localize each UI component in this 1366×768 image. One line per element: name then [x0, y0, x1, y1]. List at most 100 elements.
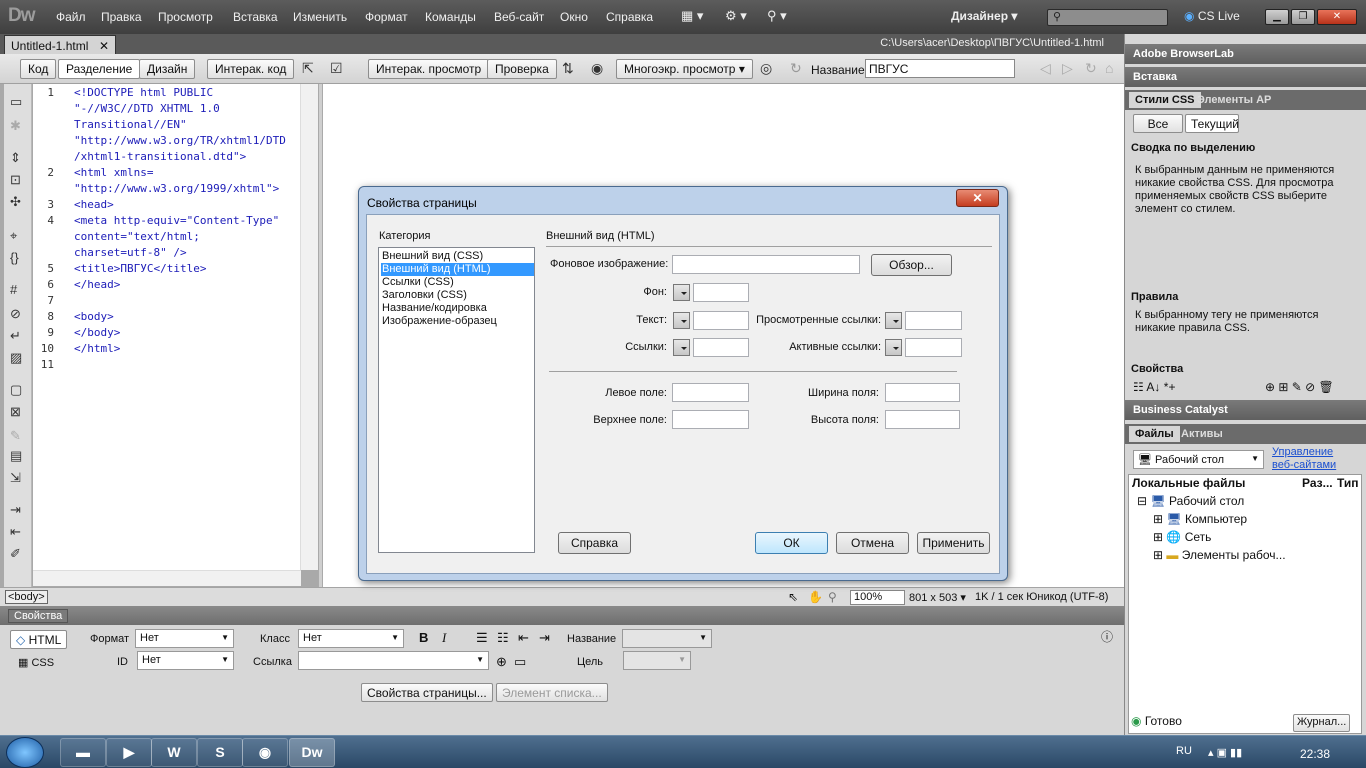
html-mode-button[interactable]: ◇ HTML — [10, 630, 68, 649]
menu-format[interactable]: Формат — [365, 10, 408, 24]
top-margin-input[interactable] — [672, 410, 749, 429]
tree-item-desktop-items[interactable]: ⊞ ▬ Элементы рабоч... — [1153, 549, 1286, 562]
select-tool-icon[interactable]: ⇖ — [788, 590, 798, 604]
tab-css-styles[interactable]: Стили CSS — [1129, 92, 1201, 108]
category-item[interactable]: Название/кодировка — [381, 302, 534, 315]
all-button[interactable]: Все — [1133, 114, 1183, 133]
manage-sites-link[interactable]: Управление веб-сайтами — [1272, 446, 1336, 472]
links-color-swatch[interactable] — [673, 339, 690, 356]
help-button[interactable]: Справка — [558, 532, 631, 554]
collapse-selection-icon[interactable]: ⊡ — [10, 172, 21, 188]
layout-icon[interactable]: ▦ ▾ — [681, 8, 703, 24]
dreamweaver-taskbar-icon[interactable]: Dw — [289, 738, 335, 767]
col-size[interactable]: Раз... — [1302, 477, 1333, 490]
browse-button[interactable]: Обзор... — [871, 254, 952, 276]
tab-close-icon[interactable]: ✕ — [99, 39, 109, 53]
syntax-coloring-icon[interactable]: ▨ — [10, 350, 22, 366]
start-button[interactable] — [6, 737, 44, 768]
indent-icon[interactable]: ⇥ — [10, 502, 21, 518]
explorer-icon[interactable]: ▬ — [60, 738, 106, 767]
inspect-button[interactable]: Проверка — [487, 59, 557, 79]
category-item[interactable]: Ссылки (CSS) — [381, 276, 534, 289]
text-color-swatch[interactable] — [673, 312, 690, 329]
left-margin-input[interactable] — [672, 383, 749, 402]
move-css-icon[interactable]: ⇲ — [10, 470, 21, 486]
multiscreen-button[interactable]: Многоэкр. просмотр ▾ — [616, 59, 753, 79]
tab-ap-elements[interactable]: Элементы AP — [1191, 92, 1277, 108]
id-select[interactable]: Нет — [137, 651, 234, 670]
tree-item-desktop[interactable]: ⊟ 🖥 Рабочий стол — [1137, 495, 1244, 508]
hand-tool-icon[interactable]: ✋ — [808, 590, 823, 604]
link-input[interactable] — [298, 651, 489, 670]
menu-file[interactable]: Файл — [56, 10, 86, 24]
checklist-icon[interactable]: ☑ — [330, 60, 343, 77]
home-icon[interactable]: ⌂ — [1105, 60, 1113, 76]
refresh-design-icon[interactable]: ↻ — [1085, 60, 1097, 77]
menu-edit[interactable]: Правка — [101, 10, 142, 24]
property-action-icons[interactable]: ⊕ ⊞ ✎ ⊘ 🗑 — [1265, 381, 1334, 394]
document-tab[interactable]: Untitled-1.html ✕ — [4, 35, 116, 54]
language-indicator[interactable]: RU — [1176, 745, 1192, 757]
refresh-icon[interactable]: ↻ — [790, 60, 802, 77]
bg-color-swatch[interactable] — [673, 284, 690, 301]
outdent-text-icon[interactable]: ⇤ — [518, 630, 529, 646]
balance-braces-icon[interactable]: {} — [10, 250, 19, 265]
cancel-button[interactable]: Отмена — [836, 532, 909, 554]
select-parent-tag-icon[interactable]: ⌖ — [10, 228, 17, 244]
outdent-icon[interactable]: ⇤ — [10, 524, 21, 540]
ok-button[interactable]: ОК — [755, 532, 828, 554]
word-wrap-icon[interactable]: ↵ — [10, 328, 21, 344]
code-view-button[interactable]: Код — [20, 59, 57, 79]
unordered-list-icon[interactable]: ☰ — [476, 630, 488, 646]
menu-insert[interactable]: Вставка — [233, 10, 278, 24]
open-documents-icon[interactable]: ▭ — [10, 94, 22, 110]
margin-width-input[interactable] — [885, 383, 960, 402]
site-icon[interactable]: ⚲ ▾ — [767, 8, 787, 24]
visited-links-swatch[interactable] — [885, 312, 902, 329]
clock[interactable]: 22:38 — [1300, 747, 1330, 761]
tray-icons[interactable]: ▴ ▣ ▮▮ — [1208, 746, 1242, 759]
title-input[interactable]: ПВГУС — [865, 59, 1015, 78]
back-icon[interactable]: ◁ — [1040, 60, 1051, 77]
margin-height-input[interactable] — [885, 410, 960, 429]
page-properties-button[interactable]: Свойства страницы... — [361, 683, 493, 702]
class-select[interactable]: Нет — [298, 629, 404, 648]
close-button[interactable]: ✕ — [1317, 9, 1357, 25]
css-mode-button[interactable]: ▦ CSS — [18, 656, 54, 669]
category-item[interactable]: Изображение-образец — [381, 315, 534, 328]
live-code-button[interactable]: Интерак. код — [207, 59, 295, 79]
bg-image-input[interactable] — [672, 255, 860, 274]
category-item-selected[interactable]: Внешний вид (HTML) — [381, 263, 534, 276]
point-to-file-icon[interactable]: ⊕ — [496, 654, 507, 670]
zoom-select[interactable]: 100% — [850, 590, 905, 605]
properties-tab[interactable]: Свойства — [8, 609, 69, 623]
menu-site[interactable]: Веб-сайт — [494, 10, 544, 24]
current-button[interactable]: Текущий — [1185, 114, 1239, 133]
workspace-switcher[interactable]: Дизайнер ▾ — [951, 9, 1017, 23]
menu-help[interactable]: Справка — [606, 10, 653, 24]
links-color-input[interactable] — [693, 338, 749, 357]
menu-commands[interactable]: Команды — [425, 10, 476, 24]
skype-icon[interactable]: S — [197, 738, 243, 767]
bg-color-input[interactable] — [693, 283, 749, 302]
tree-item-computer[interactable]: ⊞ 🖥 Компьютер — [1153, 513, 1247, 526]
col-type[interactable]: Тип — [1337, 477, 1359, 490]
browse-folder-icon[interactable]: ▭ — [514, 654, 526, 670]
col-local-files[interactable]: Локальные файлы — [1132, 477, 1245, 490]
italic-icon[interactable]: I — [442, 630, 446, 646]
format-select[interactable]: Нет — [135, 629, 234, 648]
indent-text-icon[interactable]: ⇥ — [539, 630, 550, 646]
gear-icon[interactable]: ⚙ ▾ — [725, 8, 747, 24]
recent-snippets-icon[interactable]: ▤ — [10, 448, 22, 464]
highlight-invalid-icon[interactable]: ⊘ — [10, 306, 21, 322]
tab-files[interactable]: Файлы — [1129, 426, 1180, 442]
tab-assets[interactable]: Активы — [1175, 426, 1229, 442]
search-input[interactable]: ⚲ — [1047, 9, 1168, 26]
tree-item-network[interactable]: ⊞ 🌐 Сеть — [1153, 531, 1211, 544]
dialog-close-button[interactable]: ✕ — [956, 189, 999, 207]
apply-comment-icon[interactable]: ▢ — [10, 382, 22, 398]
category-item[interactable]: Внешний вид (CSS) — [381, 250, 534, 263]
property-view-icons[interactable]: ☷ A↓ *+ — [1133, 381, 1175, 394]
preview-browser-icon[interactable]: ◉ — [591, 60, 603, 77]
bold-icon[interactable]: B — [419, 630, 428, 645]
